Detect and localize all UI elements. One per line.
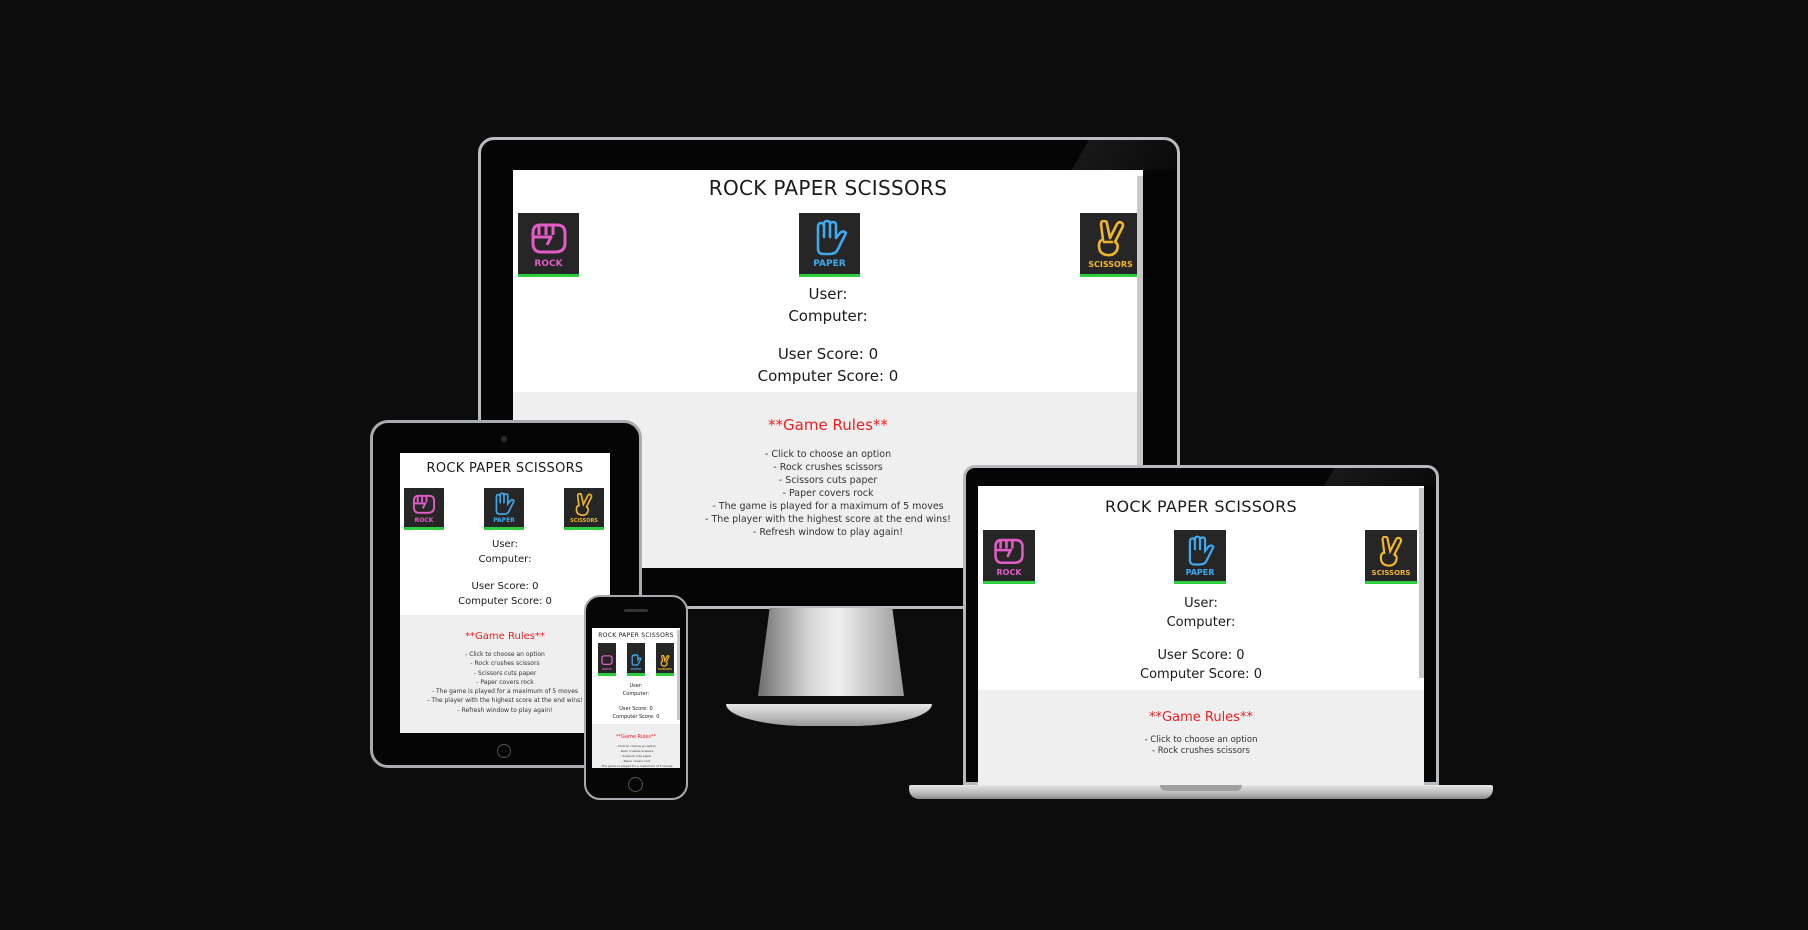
home-button[interactable] [497, 744, 511, 758]
phone: ROCK PAPER SCISSORS ROCK PAPER SCISSORS … [584, 595, 688, 800]
scrollbar[interactable] [1419, 488, 1424, 678]
rock-hand-icon [531, 223, 566, 254]
rules-section: **Game Rules** - Click to choose an opti… [592, 724, 680, 768]
rock-hand-icon [412, 494, 436, 514]
phone-speaker [624, 609, 648, 612]
page-title: ROCK PAPER SCISSORS [1105, 497, 1297, 516]
scissors-button[interactable]: SCISSORS [656, 643, 674, 676]
computer-score: Computer Score: 0 [458, 596, 552, 607]
choice-label: ROCK [534, 259, 563, 269]
user-score: User Score: 0 [1157, 648, 1245, 663]
user-choice: User: [629, 683, 643, 689]
paper-button[interactable]: PAPER [484, 488, 524, 530]
laptop-screen: ROCK PAPER SCISSORS ROCK PAPER SCISSORS … [978, 486, 1424, 785]
rule-item: - Rock crushes scissors [1152, 746, 1250, 756]
rock-button[interactable]: ROCK [598, 643, 616, 676]
rule-item: - Click to choose an option [1144, 735, 1258, 745]
rule-item: - Rock crushes scissors [470, 660, 540, 668]
rules-section: **Game Rules** - Click to choose an opti… [978, 690, 1424, 785]
rule-item: - Scissors cuts paper [473, 669, 537, 677]
choice-label: PAPER [813, 259, 846, 269]
rules-heading: **Game Rules** [1149, 710, 1253, 725]
computer-score: Computer Score: 0 [757, 367, 899, 385]
choice-label: PAPER [1185, 568, 1215, 577]
user-score: User Score: 0 [471, 581, 539, 592]
paper-hand-icon [816, 219, 847, 256]
choice-label: ROCK [414, 517, 434, 524]
monitor-stand [758, 608, 904, 696]
paper-button[interactable]: PAPER [799, 213, 860, 277]
scissors-button[interactable]: SCISSORS [1365, 530, 1417, 584]
rule-item: - Click to choose an option [465, 651, 545, 658]
page-title: ROCK PAPER SCISSORS [426, 461, 584, 476]
user-score: User Score: 0 [777, 345, 879, 363]
scissors-hand-icon [1097, 220, 1124, 257]
page-title: ROCK PAPER SCISSORS [708, 176, 948, 200]
rules-section: **Game Rules** - Click to choose an opti… [400, 615, 610, 733]
rule-item: - The game is played for a maximum of 5 … [599, 764, 673, 768]
paper-hand-icon [495, 492, 516, 515]
choice-label: SCISSORS [658, 667, 672, 671]
rock-hand-icon [994, 538, 1024, 565]
rule-item: - Refresh window to play again! [457, 706, 553, 714]
page-title: ROCK PAPER SCISSORS [598, 632, 674, 639]
computer-choice: Computer: [622, 691, 650, 697]
user-choice: User: [492, 539, 518, 550]
user-choice: User: [808, 285, 848, 303]
choice-label: ROCK [996, 568, 1022, 577]
computer-score: Computer Score: 0 [1140, 667, 1262, 682]
paper-button[interactable]: PAPER [1174, 530, 1226, 584]
choice-label: SCISSORS [1088, 260, 1133, 269]
paper-hand-icon [631, 654, 642, 666]
choice-label: PAPER [493, 517, 515, 524]
scissors-hand-icon [660, 654, 670, 667]
rock-button[interactable]: ROCK [404, 488, 444, 530]
scissors-hand-icon [1379, 536, 1403, 567]
computer-score: Computer Score: 0 [612, 714, 660, 720]
user-score: User Score: 0 [619, 706, 653, 712]
monitor-base [726, 704, 932, 726]
scissors-hand-icon [575, 493, 593, 517]
laptop-notch [1160, 785, 1242, 791]
home-button[interactable] [628, 777, 643, 792]
rock-hand-icon [601, 655, 613, 666]
scrollbar[interactable] [677, 630, 680, 720]
computer-choice: Computer: [1166, 615, 1236, 630]
user-choice: User: [1184, 596, 1218, 611]
rock-button[interactable]: ROCK [518, 213, 579, 277]
camera-dot [501, 436, 507, 442]
choice-label: SCISSORS [570, 518, 598, 524]
choice-label: ROCK [602, 667, 612, 671]
rule-item: - The player with the highest score at t… [427, 697, 583, 705]
rule-item: - The game is played for a maximum of 5 … [431, 688, 579, 696]
laptop: ROCK PAPER SCISSORS ROCK PAPER SCISSORS … [909, 465, 1493, 805]
tablet-screen: ROCK PAPER SCISSORS ROCK PAPER SCISSORS … [400, 453, 610, 733]
rule-item: - Paper covers rock [476, 678, 534, 686]
choice-label: PAPER [630, 667, 642, 671]
computer-choice: Computer: [478, 554, 532, 565]
paper-button[interactable]: PAPER [627, 643, 645, 676]
rules-heading: **Game Rules** [616, 734, 656, 740]
scissors-button[interactable]: SCISSORS [1080, 213, 1141, 277]
phone-screen: ROCK PAPER SCISSORS ROCK PAPER SCISSORS … [592, 628, 680, 768]
paper-hand-icon [1188, 535, 1215, 566]
choice-label: SCISSORS [1371, 569, 1411, 577]
rules-heading: **Game Rules** [465, 631, 545, 642]
computer-choice: Computer: [788, 307, 868, 325]
rock-button[interactable]: ROCK [983, 530, 1035, 584]
scissors-button[interactable]: SCISSORS [564, 488, 604, 530]
